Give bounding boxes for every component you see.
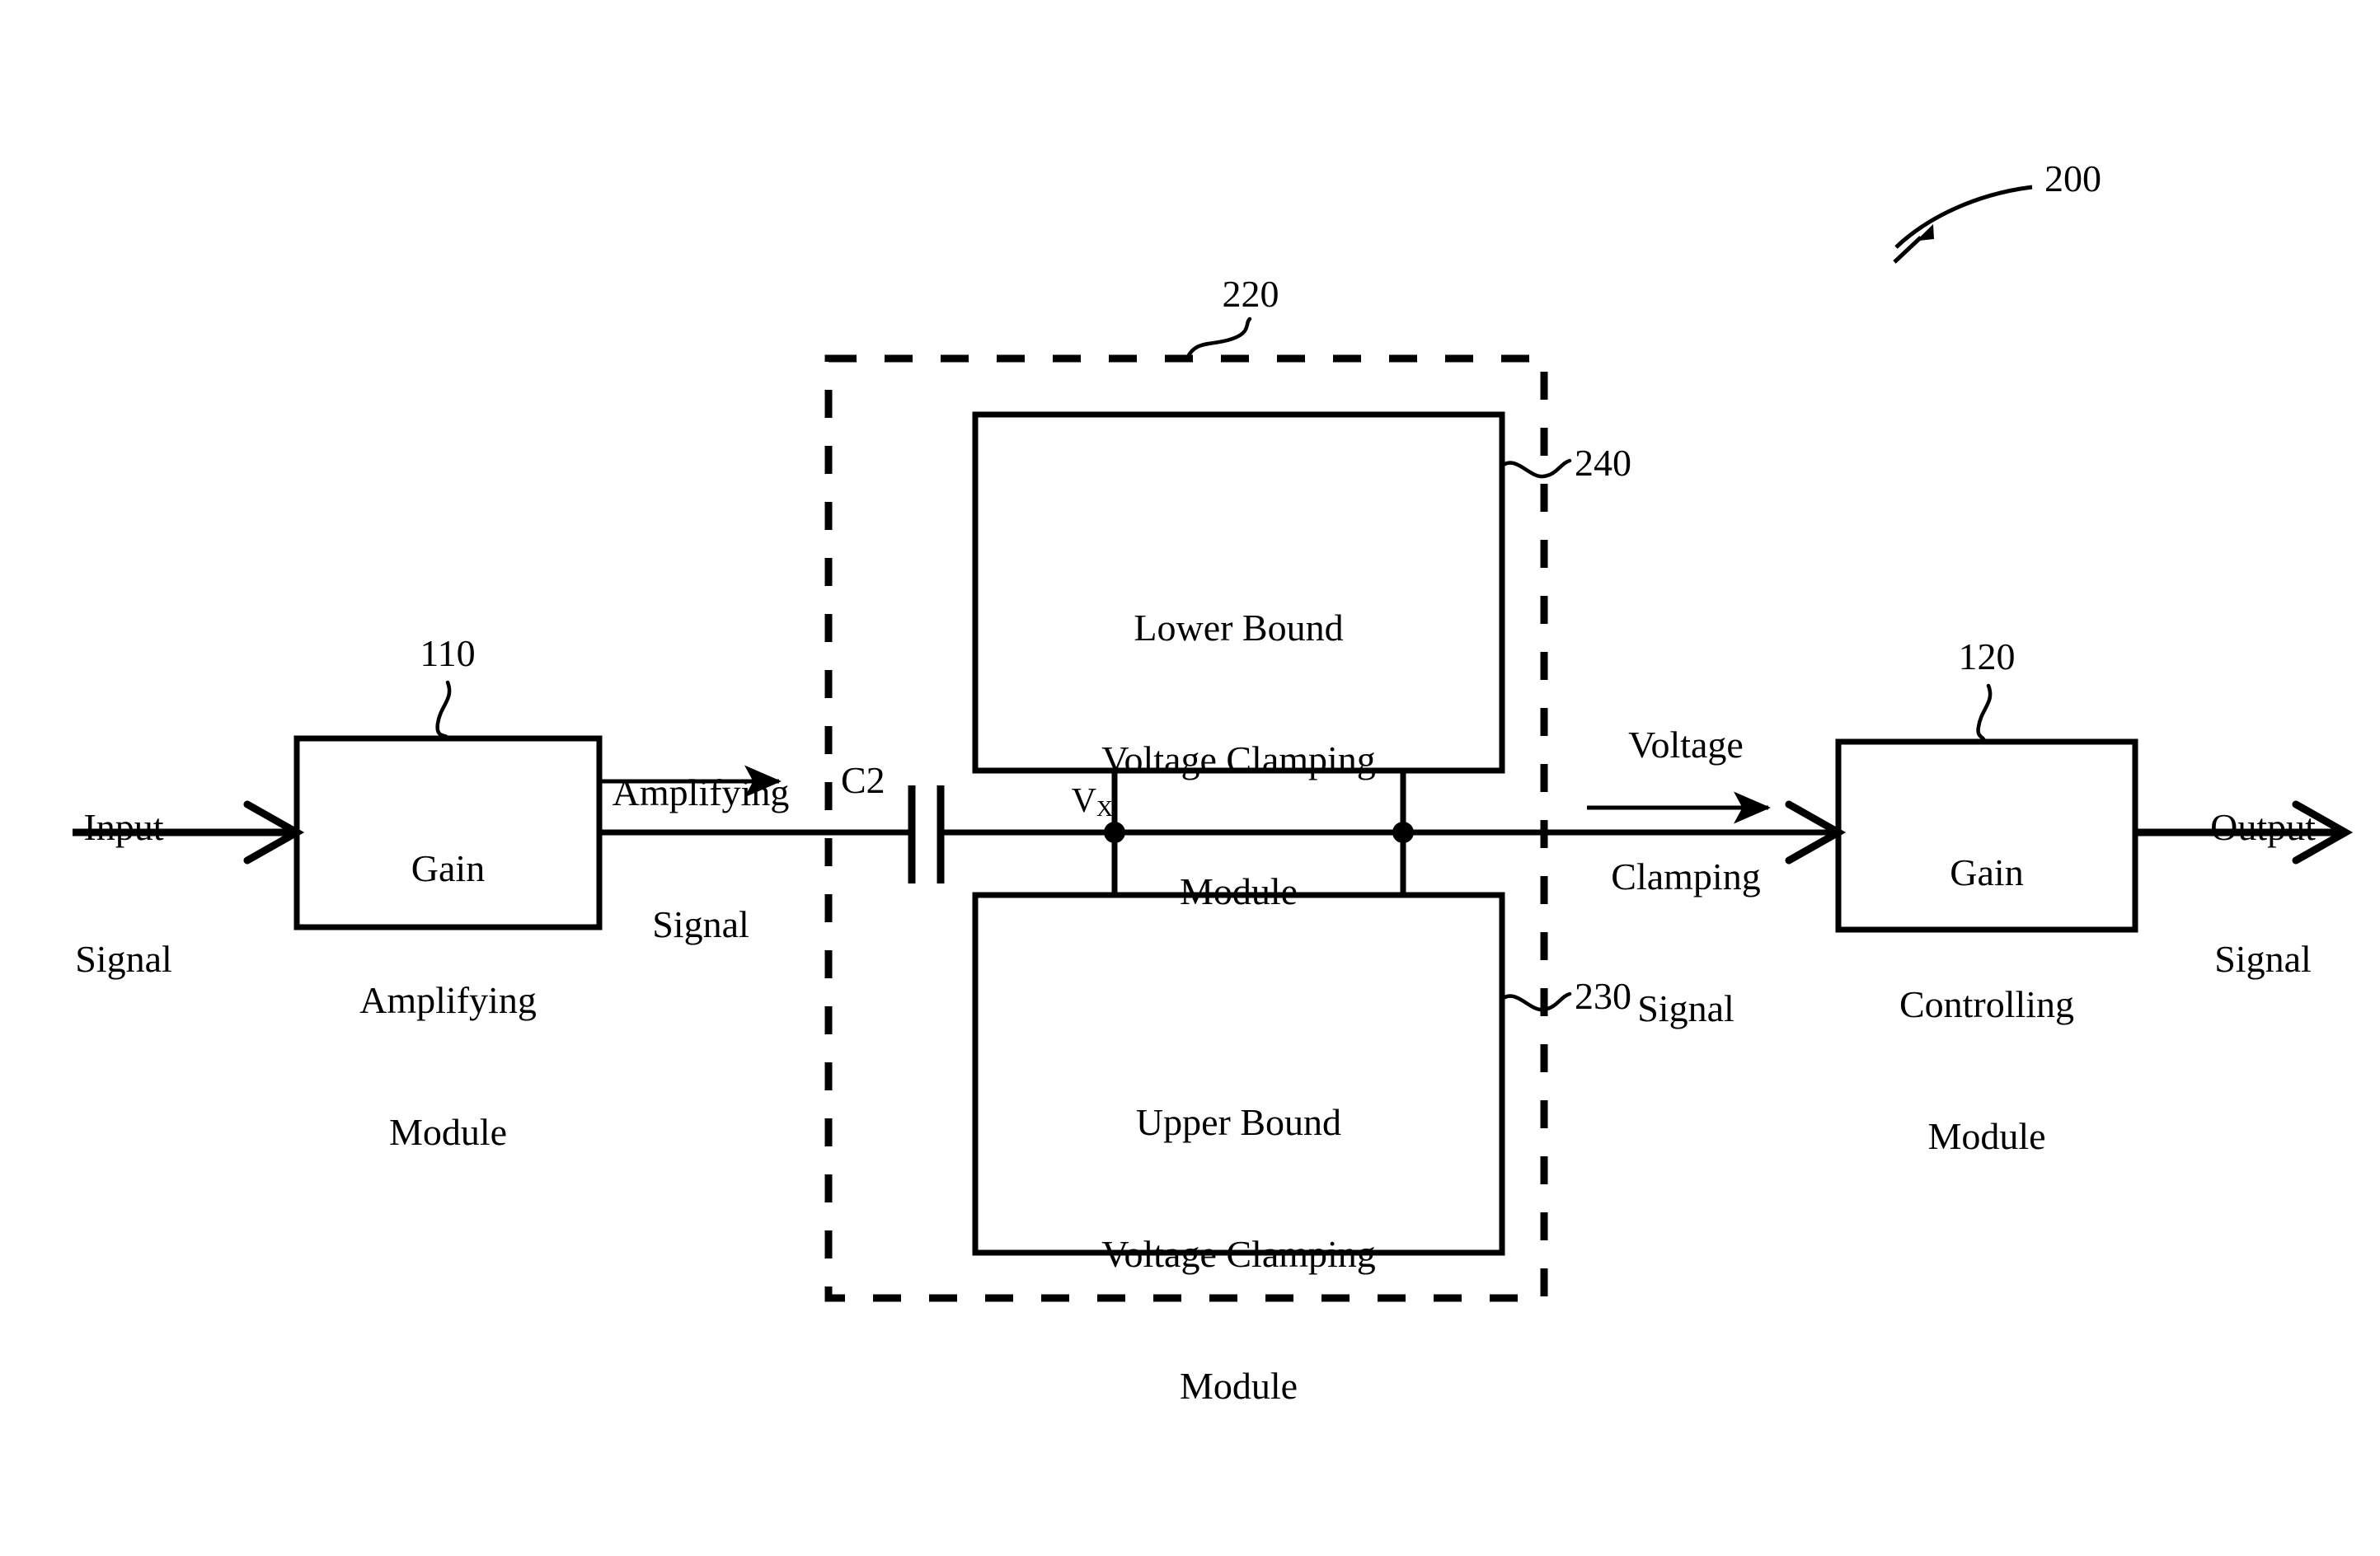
ref-240-leader xyxy=(1500,458,1572,479)
voltage-clamping-line1: Voltage xyxy=(1628,723,1744,766)
voltage-clamping-line2: Clamping xyxy=(1611,855,1761,898)
lower-bound-line3: Module xyxy=(1179,869,1298,912)
ref-110-leader xyxy=(435,680,452,741)
ref-200-label: 200 xyxy=(2044,157,2101,199)
gain-controlling-module-label: Gain Controlling Module xyxy=(1838,762,2135,1246)
input-signal-line1: Input xyxy=(83,805,164,848)
upper-bound-clamping-module-label: Upper Bound Voltage Clamping Module xyxy=(975,1012,1502,1496)
ref-120-label: 120 xyxy=(1958,635,2016,677)
amplifying-signal-line2: Signal xyxy=(652,902,749,945)
gain-amplifying-line3: Module xyxy=(388,1110,508,1153)
ref-230-leader xyxy=(1500,991,1572,1012)
lower-bound-line2: Voltage Clamping xyxy=(1101,738,1376,780)
gain-amplifying-line1: Gain xyxy=(411,846,486,889)
amplifying-signal-label: Amplifying Signal xyxy=(577,682,824,1034)
output-signal-line1: Output xyxy=(2210,805,2316,848)
capacitor-c2-label: C2 xyxy=(841,759,885,801)
ref-200-curved-arrow xyxy=(1894,185,2033,249)
voltage-clamping-signal-label: Voltage Clamping Signal xyxy=(1562,635,1810,1118)
upper-bound-line2: Voltage Clamping xyxy=(1101,1232,1376,1275)
ref-240-label: 240 xyxy=(1575,442,1631,484)
input-signal-line2: Signal xyxy=(75,937,172,980)
figure-canvas: Input Signal 110 Gain Amplifying Module … xyxy=(0,0,2380,1556)
amplifying-signal-line1: Amplifying xyxy=(612,771,790,813)
ref-200-arrow-tail xyxy=(1893,236,1922,264)
upper-bound-line3: Module xyxy=(1179,1364,1298,1407)
ref-220-leader xyxy=(1185,316,1252,361)
output-signal-line2: Signal xyxy=(2214,937,2312,980)
lower-bound-line1: Lower Bound xyxy=(1134,606,1344,649)
ref-220-label: 220 xyxy=(1222,273,1279,315)
gain-controlling-line3: Module xyxy=(1927,1114,2046,1157)
input-signal-label: Input Signal xyxy=(33,717,214,1069)
ref-120-leader xyxy=(1976,683,1993,744)
ref-110-label: 110 xyxy=(420,632,476,674)
voltage-clamping-line3: Signal xyxy=(1637,987,1735,1029)
lower-bound-clamping-module-label: Lower Bound Voltage Clamping Module xyxy=(975,518,1502,1001)
gain-controlling-line2: Controlling xyxy=(1899,982,2075,1025)
output-signal-label: Output Signal xyxy=(2168,717,2358,1069)
gain-amplifying-line2: Amplifying xyxy=(359,978,537,1021)
gain-amplifying-module-label: Gain Amplifying Module xyxy=(297,758,599,1242)
gain-controlling-line1: Gain xyxy=(1950,851,2024,893)
upper-bound-line1: Upper Bound xyxy=(1135,1100,1342,1143)
